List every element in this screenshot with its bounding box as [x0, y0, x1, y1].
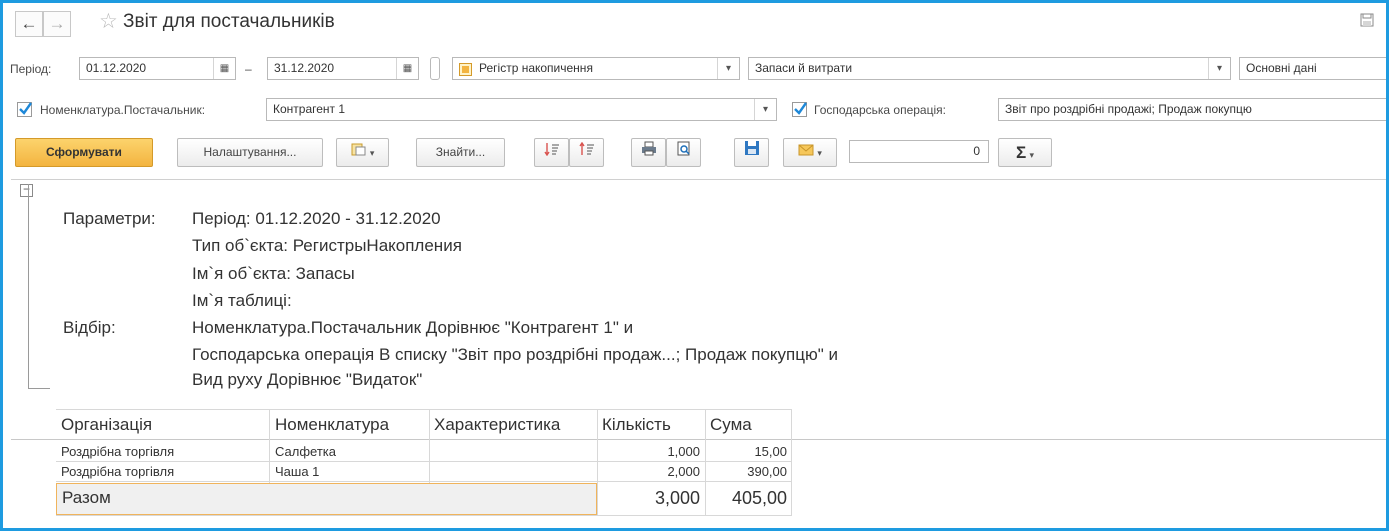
param-period: Період: 01.12.2020 - 31.12.2020 — [192, 209, 441, 228]
row-line — [56, 461, 792, 462]
supplier-filter-value: Контрагент 1 — [273, 102, 346, 116]
operation-filter-value: Звіт про роздрібні продажі; Продаж покуп… — [1005, 102, 1252, 116]
filter-line-2: Господарська операція В списку "Звіт про… — [192, 345, 838, 364]
date-separator: – — [245, 62, 252, 76]
col-line — [791, 409, 792, 515]
chevron-down-icon: ▾ — [817, 148, 822, 158]
table-cell-qty[interactable]: 1,000 — [602, 444, 700, 459]
separator-handle — [430, 57, 440, 80]
table-cell-org[interactable]: Роздрібна торгівля — [61, 464, 174, 479]
table-cell-org[interactable]: Роздрібна торгівля — [61, 444, 174, 459]
col-line — [597, 409, 598, 515]
param-table-name: Ім`я таблиці: — [192, 291, 292, 310]
date-from-value: 01.12.2020 — [86, 61, 147, 75]
col-header-nomenclature[interactable]: Номенклатура — [275, 415, 389, 435]
settings-button[interactable]: Налаштування... — [177, 138, 323, 167]
sum-field[interactable]: 0 — [849, 140, 989, 163]
total-label: Разом — [62, 488, 111, 507]
object-type-select[interactable]: Регістр накопичення ▾ — [452, 57, 740, 80]
table-top-line — [56, 409, 792, 410]
col-header-organization[interactable]: Організація — [61, 415, 152, 435]
variants-button[interactable]: ▾ — [336, 138, 389, 167]
chevron-down-icon: ▾ — [1029, 150, 1035, 160]
print-button[interactable] — [631, 138, 666, 167]
table-cell-sum[interactable]: 390,00 — [710, 464, 787, 479]
operation-filter-checkbox[interactable] — [792, 102, 807, 117]
printer-icon — [641, 139, 657, 166]
group-line — [28, 184, 29, 389]
calendar-icon[interactable]: ▦ — [396, 58, 418, 79]
back-button[interactable]: ← — [15, 11, 43, 37]
col-line — [269, 409, 270, 483]
floppy-disk-icon[interactable] — [1360, 13, 1374, 30]
total-row-selected-cell[interactable] — [56, 483, 597, 515]
calendar-icon[interactable]: ▦ — [213, 58, 235, 79]
table-name-select[interactable]: Основні дані — [1239, 57, 1386, 80]
supplier-filter-field[interactable]: Контрагент 1 ▾ — [266, 98, 777, 121]
find-button[interactable]: Знайти... — [416, 138, 505, 167]
sort-descending-icon — [578, 139, 595, 166]
col-header-sum[interactable]: Сума — [710, 415, 752, 435]
print-preview-icon — [677, 139, 691, 166]
param-object-type: Тип об`єкта: РегистрыНакопления — [192, 236, 462, 255]
object-type-value: Регістр накопичення — [479, 61, 593, 75]
chevron-down-icon[interactable]: ▾ — [1208, 58, 1230, 79]
report-top-border — [11, 179, 1386, 180]
col-line — [705, 409, 706, 515]
col-line — [429, 409, 430, 483]
send-mail-button[interactable]: ▾ — [783, 138, 837, 167]
date-to-value: 31.12.2020 — [274, 61, 335, 75]
operation-filter-label: Господарська операція: — [814, 103, 946, 117]
table-bottom-line — [56, 515, 792, 516]
collapse-group-icon[interactable]: − — [20, 183, 33, 197]
table-cell-item[interactable]: Чаша 1 — [275, 464, 319, 479]
generate-button[interactable]: Сформувати — [15, 138, 153, 167]
sort-ascending-icon — [543, 139, 560, 166]
arrow-left-icon: ← — [20, 14, 38, 33]
arrow-right-icon: → — [48, 14, 66, 33]
object-name-value: Запаси й витрати — [755, 61, 853, 75]
operation-filter-field[interactable]: Звіт про роздрібні продажі; Продаж покуп… — [998, 98, 1386, 121]
col-header-characteristic[interactable]: Характеристика — [434, 415, 560, 435]
filter-line-3: Вид руху Дорівнює "Видаток" — [192, 370, 423, 389]
sort-asc-button[interactable] — [534, 138, 569, 167]
table-name-value: Основні дані — [1246, 61, 1317, 75]
save-button[interactable] — [734, 138, 769, 167]
table-cell-qty[interactable]: 2,000 — [602, 464, 700, 479]
envelope-icon — [798, 139, 814, 166]
table-cell-item[interactable]: Салфетка — [275, 444, 336, 459]
table-header-line — [11, 439, 1386, 440]
chevron-down-icon[interactable]: ▾ — [717, 58, 739, 79]
row-line — [56, 481, 792, 482]
floppy-disk-icon — [744, 139, 760, 166]
chevron-down-icon: ▾ — [369, 148, 375, 158]
sort-desc-button[interactable] — [569, 138, 604, 167]
sum-button[interactable]: Σ ▾ — [998, 138, 1052, 167]
report-variants-icon — [351, 139, 367, 166]
table-cell-sum[interactable]: 15,00 — [710, 444, 787, 459]
total-sum[interactable]: 405,00 — [710, 488, 787, 509]
chevron-down-icon[interactable]: ▾ — [754, 99, 776, 120]
sigma-icon: Σ — [1015, 143, 1027, 162]
object-name-select[interactable]: Запаси й витрати ▾ — [748, 57, 1231, 80]
group-bracket — [28, 388, 50, 389]
supplier-filter-checkbox[interactable] — [17, 102, 32, 117]
register-icon — [459, 62, 472, 79]
filter-line-1: Номенклатура.Постачальник Дорівнює "Конт… — [192, 318, 634, 337]
report-window: ← → ☆ Звіт для постачальників Період: 01… — [0, 0, 1389, 531]
print-preview-button[interactable] — [666, 138, 701, 167]
param-object-name: Ім`я об`єкта: Запасы — [192, 264, 355, 283]
supplier-filter-label: Номенклатура.Постачальник: — [40, 103, 206, 117]
filter-label: Відбір: — [63, 318, 116, 337]
star-icon[interactable]: ☆ — [99, 9, 118, 34]
total-qty[interactable]: 3,000 — [602, 488, 700, 509]
date-from-field[interactable]: 01.12.2020 ▦ — [79, 57, 236, 80]
forward-button[interactable]: → — [43, 11, 71, 37]
parameters-label: Параметри: — [63, 209, 156, 228]
date-to-field[interactable]: 31.12.2020 ▦ — [267, 57, 419, 80]
period-label: Період: — [10, 62, 52, 76]
col-header-quantity[interactable]: Кількість — [602, 415, 671, 435]
window-title: Звіт для постачальників — [123, 11, 335, 32]
